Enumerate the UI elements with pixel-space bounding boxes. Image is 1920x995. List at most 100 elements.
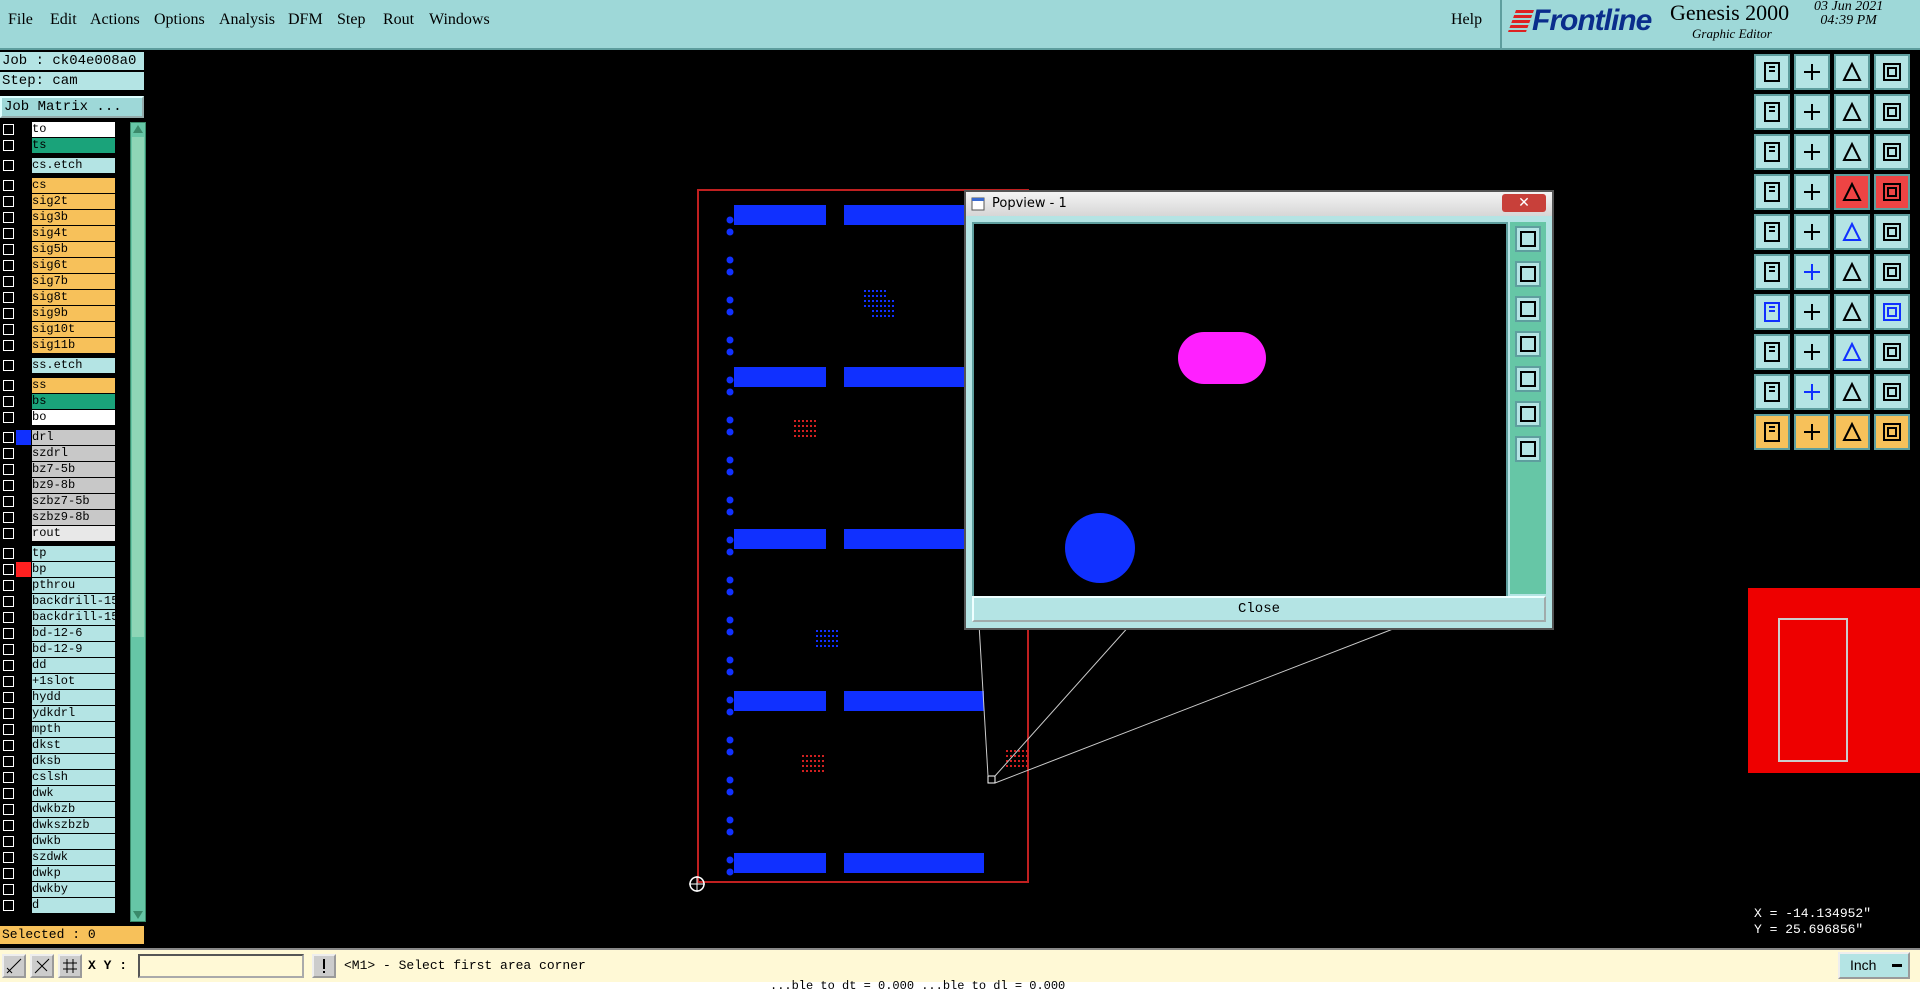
layer-checkbox[interactable]: [3, 756, 14, 767]
layer-checkbox[interactable]: [3, 596, 14, 607]
layer-color-swatch[interactable]: [16, 290, 31, 305]
add-line-button[interactable]: [1794, 214, 1830, 250]
layer-row[interactable]: sig4t: [0, 226, 118, 241]
grid-button[interactable]: [1794, 174, 1830, 210]
layer-name[interactable]: sig10t: [32, 322, 115, 337]
layer-name[interactable]: bz7-5b: [32, 462, 115, 477]
layer-color-swatch[interactable]: [16, 178, 31, 193]
layer-color-swatch[interactable]: [16, 834, 31, 849]
layer-color-swatch[interactable]: [16, 722, 31, 737]
layer-checkbox[interactable]: [3, 380, 14, 391]
pointer-area-button[interactable]: [1834, 414, 1870, 450]
zoom-in-button[interactable]: [1515, 261, 1541, 287]
polygon-add-button[interactable]: [1794, 374, 1830, 410]
layer-color-swatch[interactable]: [16, 494, 31, 509]
connect-button[interactable]: [1754, 254, 1790, 290]
layer-name[interactable]: +1slot: [32, 674, 115, 689]
layer-checkbox[interactable]: [3, 292, 14, 303]
window-close-button[interactable]: ✕: [1502, 194, 1546, 212]
mirror-button[interactable]: [1794, 294, 1830, 330]
layer-color-swatch[interactable]: [16, 510, 31, 525]
menu-rout[interactable]: Rout: [383, 11, 414, 29]
prev-step-button[interactable]: [1754, 94, 1790, 130]
layer-color-swatch[interactable]: [16, 122, 31, 137]
polygon-button[interactable]: [1754, 374, 1790, 410]
menu-actions[interactable]: Actions: [90, 11, 140, 29]
layer-name[interactable]: szdwk: [32, 850, 115, 865]
layer-color-swatch[interactable]: [16, 850, 31, 865]
layer-name[interactable]: sig3b: [32, 210, 115, 225]
layer-checkbox[interactable]: [3, 432, 14, 443]
polygon-edit-button[interactable]: [1874, 374, 1910, 410]
layer-checkbox[interactable]: [3, 820, 14, 831]
layer-row[interactable]: dwkbzb: [0, 802, 118, 817]
layer-color-swatch[interactable]: [16, 410, 31, 425]
layer-checkbox[interactable]: [3, 612, 14, 623]
layer-row[interactable]: cslsh: [0, 770, 118, 785]
layer-checkbox[interactable]: [3, 324, 14, 335]
layer-name[interactable]: drl: [32, 430, 115, 445]
layer-color-swatch[interactable]: [16, 898, 31, 913]
layer-row[interactable]: ydkdrl: [0, 706, 118, 721]
layer-name[interactable]: szdrl: [32, 446, 115, 461]
layer-color-swatch[interactable]: [16, 138, 31, 153]
layer-color-swatch[interactable]: [16, 770, 31, 785]
layer-row[interactable]: ss: [0, 378, 118, 393]
layer-color-swatch[interactable]: [16, 274, 31, 289]
pointer-button[interactable]: [1754, 414, 1790, 450]
layer-row[interactable]: szbz7-5b: [0, 494, 118, 509]
pan-left-button[interactable]: [1515, 331, 1541, 357]
layer-row[interactable]: sig2t: [0, 194, 118, 209]
layer-name[interactable]: sig11b: [32, 338, 115, 353]
layer-color-swatch[interactable]: [16, 394, 31, 409]
close-job-button[interactable]: [1794, 54, 1830, 90]
popview-canvas[interactable]: [972, 222, 1508, 598]
layer-checkbox[interactable]: [3, 160, 14, 171]
layer-color-swatch[interactable]: [16, 754, 31, 769]
layer-row[interactable]: pthrou: [0, 578, 118, 593]
layer-name[interactable]: mpth: [32, 722, 115, 737]
layer-color-swatch[interactable]: [16, 378, 31, 393]
layer-row[interactable]: cs: [0, 178, 118, 193]
popview-close-button[interactable]: Close: [972, 596, 1546, 622]
layer-row[interactable]: mpth: [0, 722, 118, 737]
layer-row[interactable]: dwkszbzb: [0, 818, 118, 833]
layer-scrollbar[interactable]: [130, 122, 146, 922]
layer-row[interactable]: szbz9-8b: [0, 510, 118, 525]
layer-row[interactable]: cs.etch: [0, 158, 118, 173]
layer-name[interactable]: dwkbzb: [32, 802, 115, 817]
layer-checkbox[interactable]: [3, 868, 14, 879]
layer-row[interactable]: rout: [0, 526, 118, 541]
layer-row[interactable]: sig8t: [0, 290, 118, 305]
next-step-button[interactable]: [1794, 94, 1830, 130]
layer-checkbox[interactable]: [3, 412, 14, 423]
layer-checkbox[interactable]: [3, 676, 14, 687]
layer-name[interactable]: bd-12-6: [32, 626, 115, 641]
zoom-home-button[interactable]: [1515, 226, 1541, 252]
layer-row[interactable]: sig11b: [0, 338, 118, 353]
layer-name[interactable]: d: [32, 898, 115, 913]
layer-color-swatch[interactable]: [16, 802, 31, 817]
layer-name[interactable]: hydd: [32, 690, 115, 705]
center-button[interactable]: [1515, 436, 1541, 462]
menu-windows[interactable]: Windows: [429, 11, 490, 29]
layer-color-swatch[interactable]: [16, 738, 31, 753]
zoom-in-button[interactable]: [1794, 134, 1830, 170]
layer-color-swatch[interactable]: [16, 706, 31, 721]
layer-checkbox[interactable]: [3, 740, 14, 751]
layer-name[interactable]: dkst: [32, 738, 115, 753]
layer-color-swatch[interactable]: [16, 322, 31, 337]
add-pad-button[interactable]: [1754, 214, 1790, 250]
layer-checkbox[interactable]: [3, 644, 14, 655]
select-button[interactable]: [1754, 334, 1790, 370]
move-button[interactable]: [1834, 254, 1870, 290]
grid-tool-button[interactable]: [58, 954, 82, 978]
layer-color-swatch[interactable]: [16, 546, 31, 561]
layer-checkbox[interactable]: [3, 788, 14, 799]
add-text-button[interactable]: [1874, 214, 1910, 250]
layer-color-swatch[interactable]: [16, 358, 31, 373]
layer-row[interactable]: ss.etch: [0, 358, 118, 373]
layer-color-swatch[interactable]: [16, 446, 31, 461]
snap-center-button[interactable]: [1874, 174, 1910, 210]
layer-name[interactable]: cs.etch: [32, 158, 115, 173]
